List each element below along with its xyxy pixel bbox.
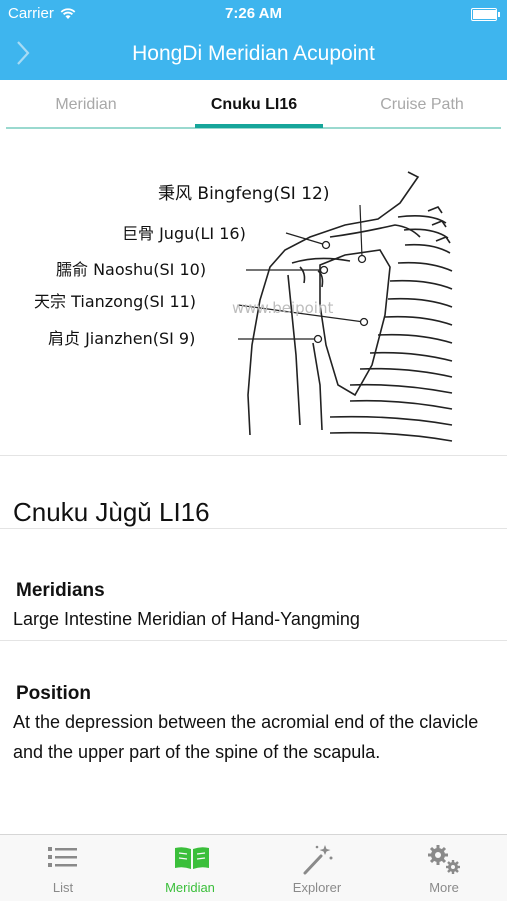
tab-cnuku-li16[interactable]: Cnuku LI16 xyxy=(174,96,334,114)
label-jianzhen: 肩贞 Jianzhen(SI 9) xyxy=(48,329,195,348)
book-icon xyxy=(175,847,209,869)
battery-icon xyxy=(471,8,500,21)
divider xyxy=(0,455,507,456)
tabbar-more[interactable]: More xyxy=(381,835,507,901)
label-bingfeng: 秉风 Bingfeng(SI 12) xyxy=(158,184,329,204)
nav-bar: HongDi Meridian Acupoint xyxy=(0,28,507,80)
status-bar: Carrier 7:26 AM xyxy=(0,0,507,28)
nav-title: HongDi Meridian Acupoint xyxy=(132,42,375,65)
gears-icon xyxy=(428,845,460,874)
watermark: www.beipoint xyxy=(232,299,333,317)
tabbar-meridian-label: Meridian xyxy=(165,880,215,895)
tabbar-explorer[interactable]: Explorer xyxy=(254,835,380,901)
tabbar-explorer-label: Explorer xyxy=(292,880,342,895)
meridians-text: Large Intestine Meridian of Hand-Yangmin… xyxy=(13,609,360,629)
tabbar-list-label: List xyxy=(52,880,74,895)
acupoint-illustration: 秉风 Bingfeng(SI 12) 巨骨 Jugu(LI 16) 臑俞 Nao… xyxy=(34,171,453,442)
divider xyxy=(0,640,507,641)
label-tianzong: 天宗 Tianzong(SI 11) xyxy=(34,292,196,311)
tabbar-meridian[interactable]: Meridian xyxy=(127,835,253,901)
bottom-tab-bar: List Meridian Explorer More xyxy=(0,834,507,901)
magic-wand-icon xyxy=(303,845,333,875)
tabbar-list[interactable]: List xyxy=(0,835,126,901)
label-jugu: 巨骨 Jugu(LI 16) xyxy=(122,224,246,243)
position-heading: Position xyxy=(16,683,91,704)
position-text: At the depression between the acromial e… xyxy=(13,712,479,762)
label-naoshu: 臑俞 Naoshu(SI 10) xyxy=(56,260,206,279)
segment-tabs: Meridian Cnuku LI16 Cruise Path xyxy=(0,80,507,130)
meridians-heading: Meridians xyxy=(16,580,105,601)
tabbar-more-label: More xyxy=(429,880,459,895)
list-icon xyxy=(48,847,77,867)
acupoint-title: Cnuku Jùgǔ LI16 xyxy=(13,497,210,527)
divider xyxy=(0,528,507,529)
clock: 7:26 AM xyxy=(225,5,282,22)
tab-cruise-path[interactable]: Cruise Path xyxy=(342,96,502,114)
tab-active-indicator xyxy=(195,124,323,128)
tab-meridian[interactable]: Meridian xyxy=(6,96,166,114)
